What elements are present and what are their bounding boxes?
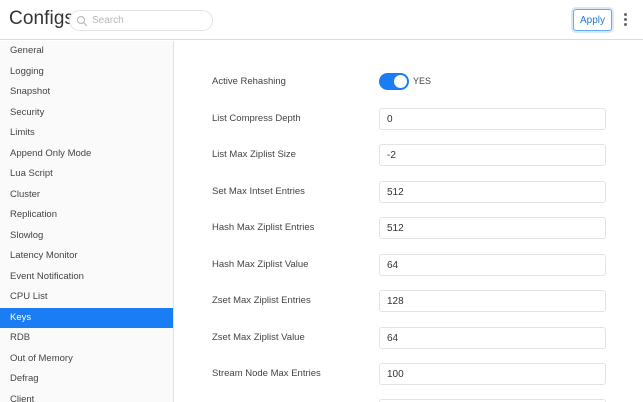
sidebar: General Logging Snapshot Security Limits… bbox=[0, 41, 174, 402]
more-options-icon[interactable] bbox=[621, 12, 629, 28]
page-title: Configs bbox=[9, 8, 75, 29]
setting-label: Stream Node Max Entries bbox=[212, 368, 321, 379]
setting-label: Hash Max Ziplist Value bbox=[212, 259, 309, 270]
setting-row-hash-max-ziplist-entries: Hash Max Ziplist Entries bbox=[175, 217, 643, 239]
search-box[interactable] bbox=[69, 10, 213, 31]
setting-label: Set Max Intset Entries bbox=[212, 186, 305, 197]
sidebar-item-rdb[interactable]: RDB bbox=[0, 328, 173, 349]
setting-label: Zset Max Ziplist Value bbox=[212, 332, 305, 343]
sidebar-item-defrag[interactable]: Defrag bbox=[0, 369, 173, 390]
setting-row-hash-max-ziplist-value: Hash Max Ziplist Value bbox=[175, 254, 643, 276]
top-bar: Configs Apply bbox=[0, 0, 643, 40]
sidebar-item-snapshot[interactable]: Snapshot bbox=[0, 82, 173, 103]
setting-row-list-max-ziplist-size: List Max Ziplist Size bbox=[175, 144, 643, 166]
sidebar-item-out-of-memory[interactable]: Out of Memory bbox=[0, 349, 173, 370]
set-max-intset-entries-input[interactable] bbox=[379, 181, 606, 203]
sidebar-item-latency-monitor[interactable]: Latency Monitor bbox=[0, 246, 173, 267]
list-compress-depth-input[interactable] bbox=[379, 108, 606, 130]
sidebar-item-limits[interactable]: Limits bbox=[0, 123, 173, 144]
sidebar-item-lua-script[interactable]: Lua Script bbox=[0, 164, 173, 185]
settings-panel: Active Rehashing YES List Compress Depth… bbox=[175, 41, 643, 402]
setting-label: Zset Max Ziplist Entries bbox=[212, 295, 311, 306]
zset-max-ziplist-entries-input[interactable] bbox=[379, 290, 606, 312]
list-max-ziplist-size-input[interactable] bbox=[379, 144, 606, 166]
setting-label: Hash Max Ziplist Entries bbox=[212, 222, 315, 233]
search-input[interactable] bbox=[92, 13, 207, 28]
setting-label: List Compress Depth bbox=[212, 113, 301, 124]
stream-node-max-entries-input[interactable] bbox=[379, 363, 606, 385]
hash-max-ziplist-value-input[interactable] bbox=[379, 254, 606, 276]
sidebar-item-security[interactable]: Security bbox=[0, 103, 173, 124]
setting-row-list-compress-depth: List Compress Depth bbox=[175, 108, 643, 130]
setting-row-zset-max-ziplist-value: Zset Max Ziplist Value bbox=[175, 327, 643, 349]
setting-row-active-rehashing: Active Rehashing YES bbox=[175, 71, 643, 93]
sidebar-item-general[interactable]: General bbox=[0, 41, 173, 62]
setting-row-stream-node-max-entries: Stream Node Max Entries bbox=[175, 363, 643, 385]
sidebar-item-keys[interactable]: Keys bbox=[0, 307, 173, 328]
sidebar-item-client[interactable]: Client bbox=[0, 390, 173, 402]
toggle-state-label: YES bbox=[413, 76, 432, 86]
sidebar-item-append-only-mode[interactable]: Append Only Mode bbox=[0, 144, 173, 165]
sidebar-item-cpu-list[interactable]: CPU List bbox=[0, 287, 173, 308]
search-icon bbox=[76, 15, 88, 27]
toggle-knob bbox=[394, 75, 407, 88]
setting-row-set-max-intset-entries: Set Max Intset Entries bbox=[175, 181, 643, 203]
sidebar-item-replication[interactable]: Replication bbox=[0, 205, 173, 226]
setting-row-zset-max-ziplist-entries: Zset Max Ziplist Entries bbox=[175, 290, 643, 312]
sidebar-item-event-notification[interactable]: Event Notification bbox=[0, 267, 173, 288]
setting-label: Active Rehashing bbox=[212, 76, 286, 87]
sidebar-item-slowlog[interactable]: Slowlog bbox=[0, 226, 173, 247]
sidebar-item-logging[interactable]: Logging bbox=[0, 62, 173, 83]
zset-max-ziplist-value-input[interactable] bbox=[379, 327, 606, 349]
setting-label: List Max Ziplist Size bbox=[212, 149, 296, 160]
apply-button[interactable]: Apply bbox=[573, 9, 612, 31]
sidebar-item-cluster[interactable]: Cluster bbox=[0, 185, 173, 206]
hash-max-ziplist-entries-input[interactable] bbox=[379, 217, 606, 239]
active-rehashing-toggle[interactable] bbox=[379, 73, 409, 90]
